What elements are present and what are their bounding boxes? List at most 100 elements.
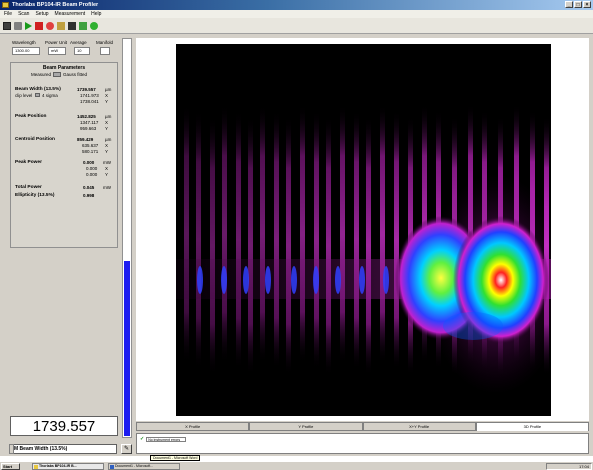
record-icon[interactable] <box>46 22 54 30</box>
manifold-checkbox[interactable] <box>100 47 110 55</box>
wavelength-label: Wavelength <box>12 40 36 45</box>
total-power-label: Total Power <box>15 185 42 190</box>
taskbar-item-beam-profiler[interactable]: Thorlabs BP104-IR B... <box>32 463 104 470</box>
fringe-stripe <box>354 110 359 370</box>
print-icon[interactable] <box>14 22 22 30</box>
stop-icon[interactable] <box>35 22 43 30</box>
beam-parameters-title: Beam Parameters <box>42 65 86 71</box>
beam-width-y-axis: Y <box>105 99 109 104</box>
taskbar-item-label: Document1 - Microsoft... <box>115 464 154 468</box>
status-message: No instrument errors <box>146 436 187 442</box>
clip-level-spinner[interactable] <box>35 93 40 97</box>
wavelength-input[interactable]: 1300.00 <box>12 47 40 55</box>
fringe-spot <box>221 266 227 294</box>
system-tray: 17:04 <box>546 463 592 470</box>
fringe-stripe <box>196 110 201 370</box>
average-select[interactable]: 10 <box>74 47 90 55</box>
fringe-stripe <box>286 116 291 376</box>
fringe-spot <box>265 266 271 294</box>
parameter-selector[interactable]: M Beam Width (13.5%) <box>9 444 117 454</box>
centroid-position-y: 580.171 <box>82 149 99 154</box>
peak-position-x-axis: X <box>105 120 109 125</box>
pencil-button[interactable]: ✎ <box>121 444 132 454</box>
save-icon[interactable] <box>3 22 11 30</box>
menu-scan[interactable]: Scan <box>18 10 29 18</box>
fringe-stripe <box>366 116 371 376</box>
maximize-button[interactable]: □ <box>574 1 582 8</box>
play-icon[interactable] <box>25 22 32 30</box>
fringe-stripe <box>222 104 227 364</box>
title-bar[interactable]: Thorlabs BP104-IR Beam Profiler _ □ × <box>0 0 593 10</box>
fringe-spot <box>291 266 297 294</box>
close-button[interactable]: × <box>583 1 591 8</box>
fringe-stripe <box>184 104 189 364</box>
app-icon <box>34 465 38 469</box>
fringe-stripe <box>326 116 331 376</box>
beam-width-label: Beam Width (13.5%) <box>15 87 61 92</box>
centroid-position-value: 859.429 <box>77 137 94 142</box>
menu-measurement[interactable]: Measurement <box>55 10 86 18</box>
menu-bar: File Scan Setup Measurement Help <box>0 10 593 18</box>
tab-3d-profile[interactable]: 3D Profile <box>475 422 589 431</box>
fringe-stripe <box>314 110 319 370</box>
toolbar <box>0 18 593 34</box>
start-button[interactable]: Start <box>1 463 20 470</box>
beam-image <box>176 44 551 416</box>
power-unit-label: Power Unit <box>45 40 68 45</box>
taskbar-item-word[interactable]: Document1 - Microsoft... <box>108 463 180 470</box>
peak-power-x: 0.000 <box>86 166 98 171</box>
fit-toggle[interactable]: Measured Gauss fitted <box>31 72 87 77</box>
centroid-position-unit: µm <box>105 137 112 142</box>
fringe-spot <box>359 266 365 294</box>
power-meter-bar <box>122 38 132 438</box>
fringe-stripe <box>248 116 253 376</box>
peak-position-x: 1347.117 <box>80 120 99 125</box>
menu-setup[interactable]: Setup <box>35 10 48 18</box>
peak-position-unit: µm <box>105 114 112 119</box>
peak-position-label: Peak Position <box>15 114 47 119</box>
tab-x-profile[interactable]: X Profile <box>136 422 250 431</box>
minimize-button[interactable]: _ <box>565 1 573 8</box>
fringe-stripe <box>236 110 241 370</box>
power-meter-fill <box>124 260 130 436</box>
selector-arrow-icon[interactable] <box>9 444 14 454</box>
close-icon[interactable] <box>90 22 98 30</box>
beam-width-unit: µm <box>105 87 112 92</box>
ellipticity-value: 0.998 <box>83 193 95 198</box>
centroid-position-label: Centroid Position <box>15 137 55 142</box>
settings-icon[interactable] <box>57 22 65 30</box>
measured-label: Measured <box>31 72 52 77</box>
peak-power-value: 0.000 <box>83 160 95 165</box>
peak-power-label: Peak Power <box>15 160 42 165</box>
peak-power-y-axis: Y <box>105 172 109 177</box>
pencil-icon: ✎ <box>123 446 130 452</box>
check-icon: ✓ <box>140 436 145 442</box>
menu-help[interactable]: Help <box>91 10 101 18</box>
scale-icon[interactable] <box>68 22 76 30</box>
beam-width-x-axis: X <box>105 93 109 98</box>
beam-image-canvas[interactable] <box>176 44 551 416</box>
manifold-label: Manifold <box>96 40 114 45</box>
total-power-value: 0.045 <box>83 185 95 190</box>
power-unit-select[interactable]: mW <box>48 47 66 55</box>
clip-level-label: clip level <box>15 93 33 98</box>
fit-switch[interactable] <box>53 72 62 77</box>
gauss-fitted-label: Gauss fitted <box>63 72 88 77</box>
clip-level-value[interactable]: 4 sigma <box>42 93 58 98</box>
window-icon[interactable] <box>79 22 87 30</box>
centroid-position-x-axis: X <box>105 143 109 148</box>
taskbar: Start Thorlabs BP104-IR B... Document1 -… <box>0 461 593 470</box>
fringe-stripe <box>300 104 305 364</box>
clock: 17:04 <box>578 464 589 469</box>
tab-y-profile[interactable]: Y Profile <box>249 422 363 431</box>
fringe-stripe <box>394 110 399 370</box>
beam-width-x: 1741.973 <box>80 93 99 98</box>
menu-file[interactable]: File <box>4 10 12 18</box>
ellipticity-label: Ellipticity (13.5%) <box>15 193 55 198</box>
beam-width-y: 1738.041 <box>80 99 99 104</box>
peak-power-x-axis: X <box>105 166 109 171</box>
taskbar-tooltip: Document1 - Microsoft Word <box>150 455 201 461</box>
fringe-stripe <box>260 104 265 364</box>
window-title: Thorlabs BP104-IR Beam Profiler <box>12 2 99 8</box>
tab-xy-profile[interactable]: X+Y Profile <box>362 422 476 431</box>
